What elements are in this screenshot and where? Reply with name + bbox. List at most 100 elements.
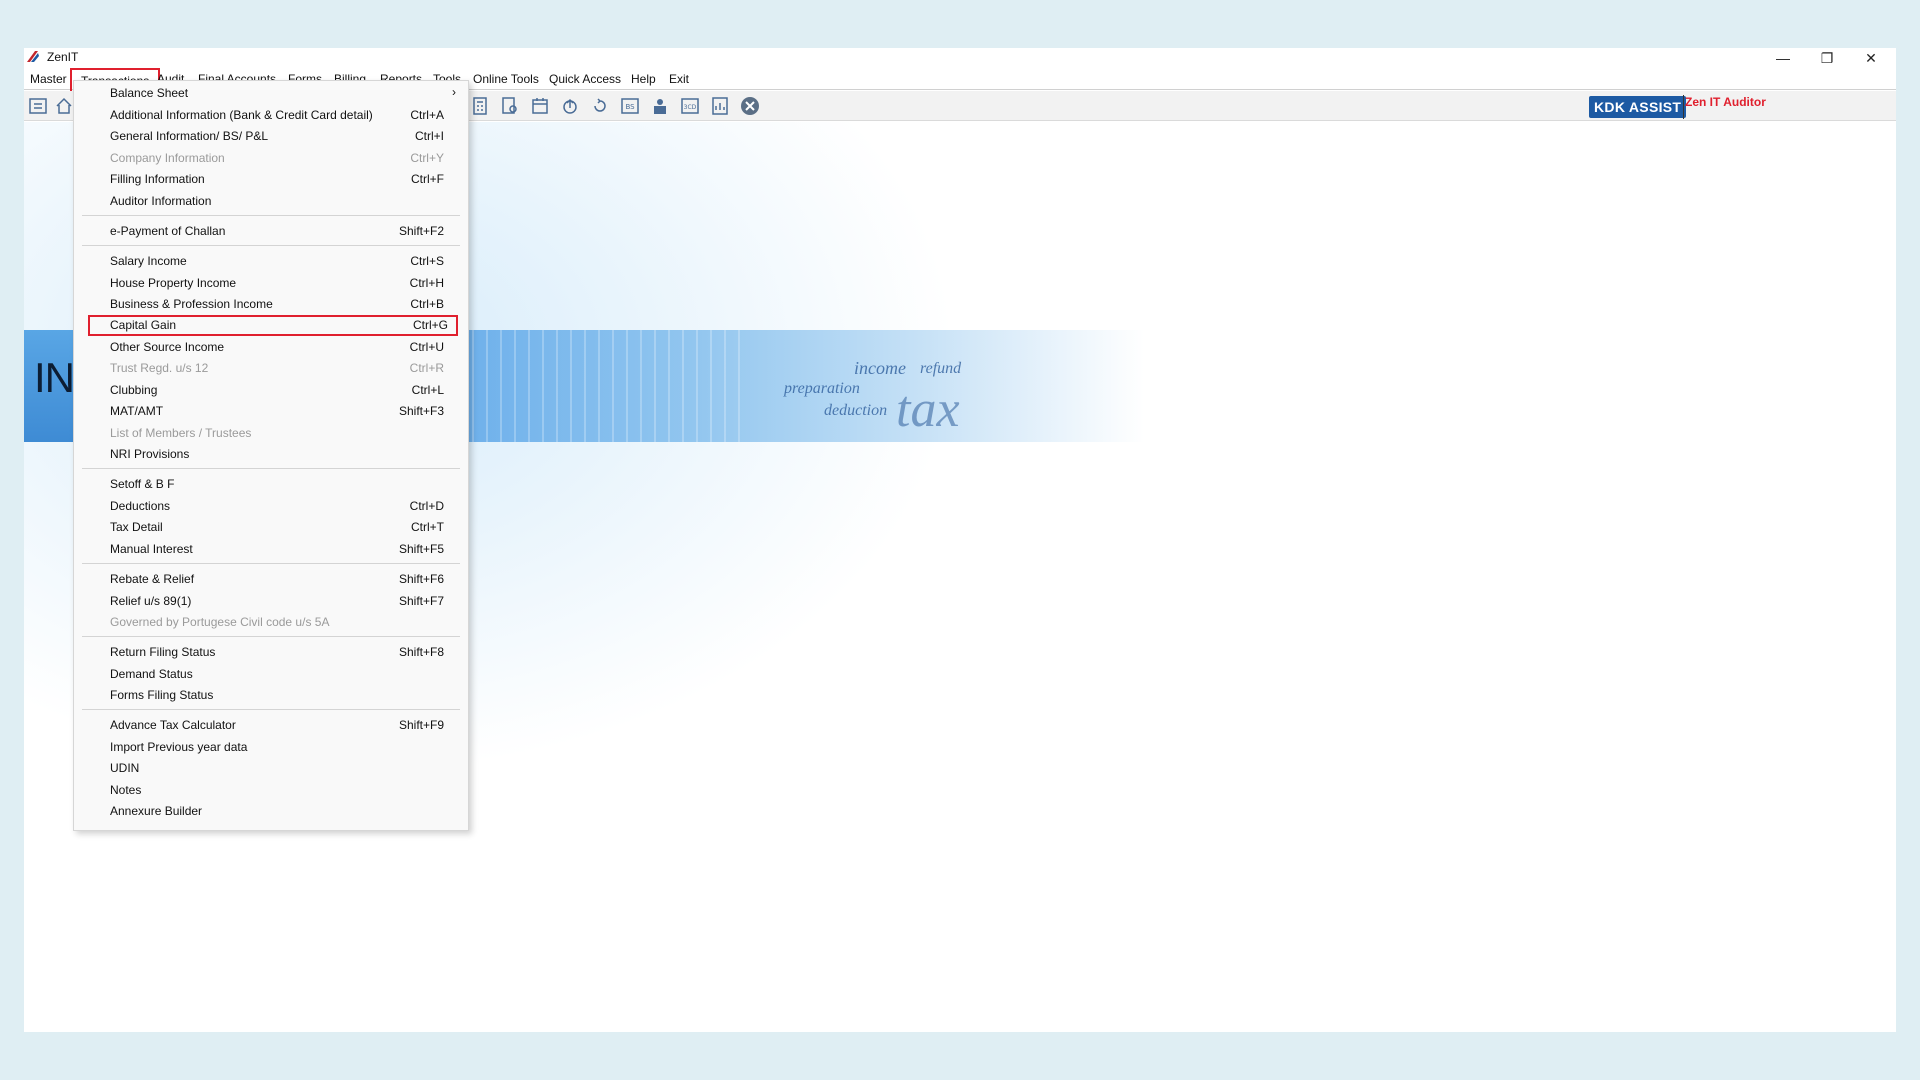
- menu-item-filling-information[interactable]: Filling Information Ctrl+F: [74, 169, 468, 190]
- menu-master[interactable]: Master: [30, 72, 67, 86]
- menu-item-udin[interactable]: UDIN: [74, 758, 468, 779]
- menu-item-portugese-civil-code: Governed by Portugese Civil code u/s 5A: [74, 612, 468, 633]
- menu-item-label: Balance Sheet: [110, 86, 189, 100]
- menu-item-trust-regd: Trust Regd. u/s 12 Ctrl+R: [74, 358, 468, 379]
- menu-item-label: MAT/AMT: [110, 404, 164, 418]
- toolbar-open-button[interactable]: [26, 94, 50, 118]
- close-circle-icon: [741, 97, 759, 115]
- menu-online-tools[interactable]: Online Tools: [473, 72, 539, 86]
- menu-item-shortcut: Shift+F6: [398, 572, 444, 586]
- menu-separator: [82, 215, 460, 216]
- menu-item-label: Salary Income: [110, 254, 187, 268]
- toolbar-3cd-button[interactable]: 3CD: [678, 94, 702, 118]
- menu-item-label: Company Information: [110, 151, 225, 165]
- menu-item-label: Clubbing: [110, 383, 158, 397]
- menu-separator: [82, 709, 460, 710]
- menu-item-shortcut: Shift+F8: [398, 645, 444, 659]
- menu-item-annexure-builder[interactable]: Annexure Builder: [74, 801, 468, 822]
- menu-item-label: Return Filing Status: [110, 645, 216, 659]
- menu-item-forms-filing-status[interactable]: Forms Filing Status: [74, 685, 468, 706]
- menu-item-shortcut: Ctrl+A: [410, 108, 444, 122]
- menu-help[interactable]: Help: [631, 72, 656, 86]
- refresh-icon: [594, 98, 606, 112]
- menu-item-additional-information[interactable]: Additional Information (Bank & Credit Ca…: [74, 105, 468, 126]
- menu-item-other-source-income[interactable]: Other Source Income Ctrl+U: [74, 337, 468, 358]
- menu-item-salary-income[interactable]: Salary Income Ctrl+S: [74, 251, 468, 272]
- menu-item-house-property-income[interactable]: House Property Income Ctrl+H: [74, 273, 468, 294]
- close-button[interactable]: ✕: [1854, 48, 1888, 68]
- menu-item-shortcut: Ctrl+S: [410, 254, 444, 268]
- restore-button[interactable]: ❐: [1810, 48, 1844, 68]
- toolbar-bs-button[interactable]: BS: [618, 94, 642, 118]
- calculator-icon: [473, 97, 487, 115]
- menu-item-deductions[interactable]: Deductions Ctrl+D: [74, 496, 468, 517]
- menu-item-mat-amt[interactable]: MAT/AMT Shift+F3: [74, 401, 468, 422]
- menu-item-label: Filling Information: [110, 172, 205, 186]
- menu-item-label: Annexure Builder: [110, 804, 203, 818]
- menu-separator: [82, 636, 460, 637]
- menu-separator: [82, 563, 460, 564]
- menu-item-label: Relief u/s 89(1): [110, 594, 192, 608]
- menu-item-setoff-bf[interactable]: Setoff & B F: [74, 474, 468, 495]
- menu-item-label: House Property Income: [110, 276, 237, 290]
- toolbar-close-button[interactable]: [738, 94, 762, 118]
- menu-item-shortcut: Ctrl+H: [409, 276, 444, 290]
- menu-item-demand-status[interactable]: Demand Status: [74, 664, 468, 685]
- toolbar-refresh-button[interactable]: [588, 94, 612, 118]
- app-logo-icon: [26, 50, 40, 64]
- minimize-button[interactable]: —: [1766, 48, 1800, 68]
- chevron-right-icon: ›: [452, 85, 456, 99]
- toolbar-search-doc-button[interactable]: [498, 94, 522, 118]
- menu-item-rebate-relief[interactable]: Rebate & Relief Shift+F6: [74, 569, 468, 590]
- menu-item-general-information[interactable]: General Information/ BS/ P&L Ctrl+I: [74, 126, 468, 147]
- menu-item-label: Business & Profession Income: [110, 297, 273, 311]
- zen-it-auditor-link[interactable]: Zen IT Auditor: [1685, 95, 1766, 109]
- transactions-dropdown: Balance Sheet › Additional Information (B…: [73, 80, 469, 831]
- menu-item-nri-provisions[interactable]: NRI Provisions: [74, 444, 468, 465]
- menu-item-label: Governed by Portugese Civil code u/s 5A: [110, 615, 330, 629]
- toolbar-upload-button[interactable]: [558, 94, 582, 118]
- text-cursor: [1683, 95, 1684, 119]
- svg-text:3CD: 3CD: [684, 104, 697, 111]
- toolbar-report-button[interactable]: [708, 94, 732, 118]
- menu-item-shortcut: Ctrl+U: [409, 340, 444, 354]
- menu-separator: [82, 245, 460, 246]
- menu-item-shortcut: Shift+F2: [398, 224, 444, 238]
- banner-word-preparation: preparation: [784, 380, 860, 397]
- menu-item-advance-tax-calculator[interactable]: Advance Tax Calculator Shift+F9: [74, 715, 468, 736]
- menu-item-capital-gain[interactable]: Capital Gain Ctrl+G: [88, 315, 458, 336]
- menu-item-shortcut: Shift+F3: [398, 404, 444, 418]
- menu-item-manual-interest[interactable]: Manual Interest Shift+F5: [74, 539, 468, 560]
- menu-item-company-information: Company Information Ctrl+Y: [74, 148, 468, 169]
- folder-icon: [29, 98, 47, 114]
- menu-item-business-profession-income[interactable]: Business & Profession Income Ctrl+B: [74, 294, 468, 315]
- users-icon: [654, 99, 666, 114]
- menu-item-relief-89-1[interactable]: Relief u/s 89(1) Shift+F7: [74, 591, 468, 612]
- menu-item-label: UDIN: [110, 761, 140, 775]
- menu-item-shortcut: Ctrl+R: [409, 361, 444, 375]
- menu-exit[interactable]: Exit: [669, 72, 689, 86]
- menu-item-return-filing-status[interactable]: Return Filing Status Shift+F8: [74, 642, 468, 663]
- menu-separator: [82, 468, 460, 469]
- menu-item-balance-sheet[interactable]: Balance Sheet ›: [74, 83, 468, 104]
- banner-word-refund: refund: [920, 360, 962, 377]
- toolbar-calc-button[interactable]: [468, 94, 492, 118]
- menu-item-label: Deductions: [110, 499, 171, 513]
- menu-item-label: Setoff & B F: [110, 477, 175, 491]
- menu-item-shortcut: Ctrl+G: [412, 318, 448, 332]
- menu-item-label: Capital Gain: [110, 318, 177, 332]
- menu-quick-access[interactable]: Quick Access: [549, 72, 621, 86]
- kdk-assist-button[interactable]: KDK ASSIST: [1589, 96, 1687, 118]
- menu-item-auditor-information[interactable]: Auditor Information: [74, 191, 468, 212]
- menu-item-tax-detail[interactable]: Tax Detail Ctrl+T: [74, 517, 468, 538]
- toolbar-users-button[interactable]: [648, 94, 672, 118]
- menu-item-shortcut: Shift+F5: [398, 542, 444, 556]
- menu-item-notes[interactable]: Notes: [74, 780, 468, 801]
- menu-item-label: Import Previous year data: [110, 740, 248, 754]
- menu-item-shortcut: Ctrl+F: [411, 172, 444, 186]
- menu-item-import-previous-year[interactable]: Import Previous year data: [74, 737, 468, 758]
- menu-item-e-payment-of-challan[interactable]: e-Payment of Challan Shift+F2: [74, 221, 468, 242]
- menu-item-clubbing[interactable]: Clubbing Ctrl+L: [74, 380, 468, 401]
- menu-item-shortcut: Ctrl+I: [414, 129, 444, 143]
- toolbar-calendar-button[interactable]: [528, 94, 552, 118]
